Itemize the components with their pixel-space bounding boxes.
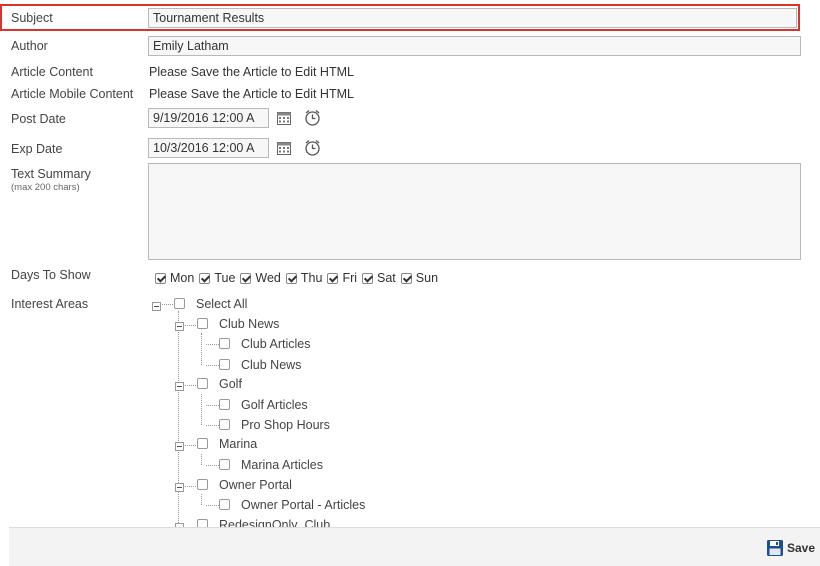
select-all-checkbox[interactable] xyxy=(174,298,185,309)
tree-connector xyxy=(160,304,173,305)
club-news-checkbox[interactable] xyxy=(219,359,230,370)
collapse-toggle-icon[interactable] xyxy=(175,442,184,451)
day-wed[interactable]: Wed xyxy=(240,271,281,285)
day-fri-checkbox[interactable] xyxy=(327,272,339,284)
calendar-icon[interactable] xyxy=(275,109,293,127)
owner-portal-group-label: Owner Portal xyxy=(219,478,292,492)
tree-connector xyxy=(183,385,196,386)
tree-connector xyxy=(183,445,196,446)
tree-connector xyxy=(201,333,202,365)
tree-connector xyxy=(206,505,219,506)
marina-articles-checkbox[interactable] xyxy=(219,459,230,470)
owner-portal-articles-checkbox[interactable] xyxy=(219,499,230,510)
club-news-group-label: Club News xyxy=(219,317,280,331)
marina-group-checkbox[interactable] xyxy=(197,438,208,449)
day-thu-label: Thu xyxy=(300,271,323,285)
tree-connector xyxy=(206,365,219,366)
golf-articles-checkbox[interactable] xyxy=(219,399,230,410)
clock-icon[interactable] xyxy=(303,138,321,156)
day-fri-label: Fri xyxy=(342,271,358,285)
tree-connector xyxy=(206,465,219,466)
owner-portal-group-checkbox[interactable] xyxy=(197,479,208,490)
post-date-input[interactable]: 9/19/2016 12:00 A xyxy=(148,108,269,128)
clock-icon[interactable] xyxy=(303,108,321,126)
collapse-toggle-icon[interactable] xyxy=(175,483,184,492)
subject-input[interactable]: Tournament Results xyxy=(148,8,797,28)
pro-shop-hours-label: Pro Shop Hours xyxy=(241,418,330,432)
tree-connector xyxy=(183,486,196,487)
save-button-label: Save xyxy=(786,541,815,555)
day-mon-label: Mon xyxy=(170,271,195,285)
exp-date-input[interactable]: 10/3/2016 12:00 A xyxy=(148,138,269,158)
text-summary-title: Text Summary xyxy=(11,167,91,181)
club-articles-checkbox[interactable] xyxy=(219,338,230,349)
tree-connector xyxy=(201,494,202,505)
day-sun-checkbox[interactable] xyxy=(400,272,412,284)
tree-connector xyxy=(183,325,196,326)
day-tue-label: Tue xyxy=(214,271,236,285)
article-content-label: Article Content xyxy=(11,65,93,79)
article-content-message: Please Save the Article to Edit HTML xyxy=(149,65,354,79)
post-date-label: Post Date xyxy=(11,112,66,126)
text-summary-input[interactable] xyxy=(148,163,801,260)
collapse-toggle-icon[interactable] xyxy=(175,322,184,331)
day-sat-label: Sat xyxy=(377,271,396,285)
day-tue[interactable]: Tue xyxy=(199,271,235,285)
marina-group-label: Marina xyxy=(219,437,258,451)
interest-areas-label: Interest Areas xyxy=(11,297,89,311)
calendar-icon[interactable] xyxy=(275,139,293,157)
tree-connector xyxy=(178,311,179,527)
footer-bar: Save xyxy=(9,527,820,566)
day-fri[interactable]: Fri xyxy=(327,271,357,285)
tree-connector xyxy=(201,454,202,465)
exp-date-label: Exp Date xyxy=(11,142,63,156)
day-sun-label: Sun xyxy=(415,271,439,285)
tree-connector xyxy=(201,394,202,425)
text-summary-label: Text Summary (max 200 chars) xyxy=(11,167,91,193)
day-sun[interactable]: Sun xyxy=(400,271,439,285)
marina-articles-label: Marina Articles xyxy=(241,458,323,472)
golf-group-label: Golf xyxy=(219,377,242,391)
tree-connector xyxy=(206,344,219,345)
save-button[interactable]: Save xyxy=(766,539,815,557)
club-news-label: Club News xyxy=(241,358,302,372)
article-mobile-content-label: Article Mobile Content xyxy=(11,87,134,101)
day-tue-checkbox[interactable] xyxy=(199,272,211,284)
club-news-group-checkbox[interactable] xyxy=(197,318,208,329)
select-all-label: Select All xyxy=(196,297,248,311)
day-wed-checkbox[interactable] xyxy=(240,272,252,284)
club-articles-label: Club Articles xyxy=(241,337,311,351)
day-sat[interactable]: Sat xyxy=(362,271,396,285)
golf-group-checkbox[interactable] xyxy=(197,378,208,389)
author-input[interactable]: Emily Latham xyxy=(148,36,801,56)
tree-connector xyxy=(206,425,219,426)
days-to-show-label: Days To Show xyxy=(11,268,91,282)
tree-connector xyxy=(206,405,219,406)
article-mobile-content-message: Please Save the Article to Edit HTML xyxy=(149,87,354,101)
collapse-toggle-icon[interactable] xyxy=(152,302,161,311)
text-summary-hint: (max 200 chars) xyxy=(11,182,80,193)
collapse-toggle-icon[interactable] xyxy=(175,382,184,391)
day-thu-checkbox[interactable] xyxy=(285,272,297,284)
save-disk-icon xyxy=(766,540,783,556)
golf-articles-label: Golf Articles xyxy=(241,398,308,412)
owner-portal-articles-label: Owner Portal - Articles xyxy=(241,498,366,512)
day-thu[interactable]: Thu xyxy=(285,271,323,285)
day-wed-label: Wed xyxy=(255,271,281,285)
day-mon[interactable]: Mon xyxy=(155,271,194,285)
day-mon-checkbox[interactable] xyxy=(155,272,166,284)
day-sat-checkbox[interactable] xyxy=(362,272,374,284)
pro-shop-hours-checkbox[interactable] xyxy=(219,419,230,430)
days-to-show-group: Mon Tue Wed Thu Fri Sat Sun xyxy=(155,271,443,285)
subject-label: Subject xyxy=(11,11,53,25)
author-label: Author xyxy=(11,39,48,53)
